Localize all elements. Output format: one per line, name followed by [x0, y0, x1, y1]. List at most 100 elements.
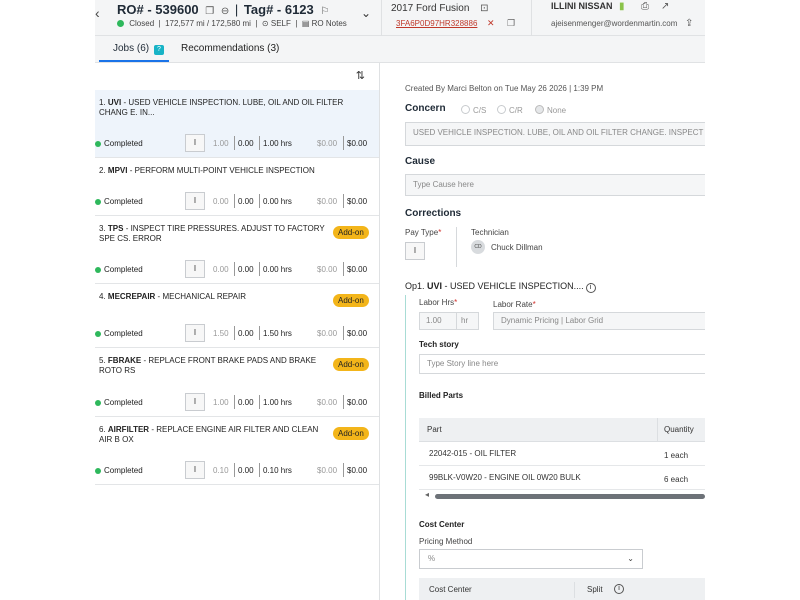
document-icon[interactable]: ▮ — [619, 1, 625, 12]
job-price: $0.00 — [347, 398, 368, 407]
job-code: MECREPAIR — [107, 292, 156, 301]
pricing-method-select[interactable]: % ⌄ — [419, 549, 643, 569]
scroll-left-icon[interactable]: ◂ — [425, 490, 429, 499]
pay-type-label-text: Pay Type — [405, 228, 439, 237]
external-link-icon[interactable]: ↗ — [661, 1, 669, 12]
divider — [259, 395, 260, 409]
job-code: UVI — [107, 98, 122, 107]
parts-horizontal-scrollbar[interactable]: ◂ — [425, 490, 705, 500]
chevron-left-icon[interactable]: ‹ — [95, 5, 100, 21]
job-row[interactable]: 5. FBRAKE - REPLACE FRONT BRAKE PADS AND… — [95, 348, 379, 417]
vehicle-edit-icon[interactable]: ⊡ — [480, 3, 488, 14]
pay-type-label: Pay Type* — [405, 228, 441, 237]
tab-jobs[interactable]: Jobs (6) ? — [113, 43, 164, 55]
radio-cs-label: C/S — [473, 106, 487, 115]
status-dot-icon — [95, 267, 101, 273]
pay-type-box[interactable]: I — [185, 461, 205, 479]
job-cost: $0.00 — [317, 466, 338, 475]
info-icon[interactable]: i — [614, 584, 624, 594]
tech-story-input[interactable]: Type Story line here — [419, 354, 705, 374]
pay-type-box[interactable]: I — [185, 192, 205, 210]
job-cost: $0.00 — [317, 398, 338, 407]
billed-parts-label: Billed Parts — [419, 391, 464, 400]
help-icon: ? — [153, 45, 164, 55]
billed-hours: 1.00 hrs — [263, 139, 292, 148]
job-number: 6. — [99, 425, 106, 434]
pay-type-box[interactable]: I — [185, 324, 205, 342]
cause-heading: Cause — [405, 156, 436, 167]
more-icon[interactable]: ⊖ — [221, 6, 229, 17]
share-icon[interactable]: ⇪ — [685, 18, 693, 29]
addon-badge: Add-on — [333, 358, 369, 371]
info-icon[interactable]: i — [585, 283, 596, 293]
job-number: 4. — [99, 292, 106, 301]
job-row[interactable]: 4. MECREPAIR - MECHANICAL REPAIR Add-on Co… — [95, 284, 379, 348]
job-status-text: Completed — [104, 197, 143, 206]
job-status: Completed — [95, 466, 143, 475]
labor-rate-select[interactable]: Dynamic Pricing | Labor Grid — [493, 312, 705, 330]
ro-number: RO# - 539600 — [117, 2, 199, 17]
job-row[interactable]: 2. MPVI - PERFORM MULTI-POINT VEHICLE IN… — [95, 158, 379, 216]
job-price: $0.00 — [347, 197, 368, 206]
radio-cr[interactable]: C/R — [497, 105, 523, 115]
chevron-down-icon: ⌄ — [627, 554, 634, 563]
job-status-text: Completed — [104, 398, 143, 407]
close-icon[interactable]: ✕ — [487, 18, 495, 29]
technician-name: Chuck Dillman — [491, 243, 543, 252]
job-row[interactable]: 6. AIRFILTER - REPLACE ENGINE AIR FILTER… — [95, 417, 379, 485]
sort-icon[interactable]: ⇅ — [356, 69, 365, 82]
part-qty: 6 each — [664, 475, 689, 484]
required-mark: * — [454, 298, 458, 307]
estimated-hours: 1.50 — [213, 329, 229, 338]
pay-type-box[interactable]: I — [185, 134, 205, 152]
job-price: $0.00 — [347, 466, 368, 475]
job-price: $0.00 — [347, 265, 368, 274]
tab-recommendations[interactable]: Recommendations (3) — [181, 43, 279, 54]
radio-none[interactable]: None — [535, 105, 566, 115]
concern-heading: Concern — [405, 103, 446, 114]
divider — [343, 136, 344, 150]
corrections-heading: Corrections — [405, 208, 462, 219]
copy-icon[interactable]: ❐ — [205, 6, 214, 17]
status-dot-icon — [95, 331, 101, 337]
flag-icon[interactable]: ⚐ — [320, 6, 329, 17]
part-qty: 1 each — [664, 451, 689, 460]
technician-label: Technician — [471, 228, 509, 237]
job-row[interactable]: 1. UVI - USED VEHICLE INSPECTION. LUBE, … — [95, 90, 379, 158]
chevron-down-icon[interactable]: ⌄ — [361, 6, 371, 20]
job-row[interactable]: 3. TPS - INSPECT TIRE PRESSURES. ADJUST … — [95, 216, 379, 284]
job-description: - PERFORM MULTI-POINT VEHICLE INSPECTION — [127, 166, 315, 175]
status-dot-icon — [95, 468, 101, 474]
vin-link[interactable]: 3FA6P0D97HR328886 — [396, 19, 477, 28]
pay-type-box[interactable]: I — [185, 260, 205, 278]
scrollbar-thumb[interactable] — [435, 494, 705, 499]
job-status: Completed — [95, 139, 143, 148]
ro-notes-link[interactable]: RO Notes — [312, 19, 347, 28]
print-icon[interactable]: ⎙ — [641, 1, 649, 12]
labor-hrs-input[interactable]: 1.00 hr — [419, 312, 479, 330]
actual-hours: 0.00 — [238, 466, 254, 475]
concern-field[interactable]: USED VEHICLE INSPECTION. LUBE, OIL AND O… — [405, 122, 705, 146]
status-dot-icon — [117, 20, 124, 27]
table-row[interactable]: 22042-015 - OIL FILTER 1 each — [419, 442, 705, 466]
tag-number: Tag# - 6123 — [243, 2, 314, 17]
job-status-text: Completed — [104, 466, 143, 475]
separator: | — [234, 2, 239, 17]
divider — [343, 262, 344, 276]
job-title: 2. MPVI - PERFORM MULTI-POINT VEHICLE IN… — [99, 166, 369, 176]
vehicle-row: 2017 Ford Fusion ⊡ — [391, 3, 489, 14]
pay-type-box[interactable]: I — [185, 393, 205, 411]
column-header-cost-center: Cost Center — [429, 585, 472, 594]
copy-vin-icon[interactable]: ❐ — [507, 18, 515, 29]
job-title: 5. FBRAKE - REPLACE FRONT BRAKE PADS AND… — [99, 356, 331, 376]
table-row[interactable]: 99BLK-V0W20 - ENGINE OIL 0W20 BULK 6 eac… — [419, 466, 705, 490]
radio-cs[interactable]: C/S — [461, 105, 486, 115]
divider — [381, 0, 382, 36]
pay-type-field[interactable]: I — [405, 242, 425, 260]
cause-input[interactable]: Type Cause here — [405, 174, 705, 196]
tech-story-label: Tech story — [419, 340, 459, 349]
divider — [343, 326, 344, 340]
column-header-quantity: Quantity — [664, 425, 694, 434]
tab-jobs-label: Jobs (6) — [113, 43, 150, 54]
billed-hours: 0.10 hrs — [263, 466, 292, 475]
